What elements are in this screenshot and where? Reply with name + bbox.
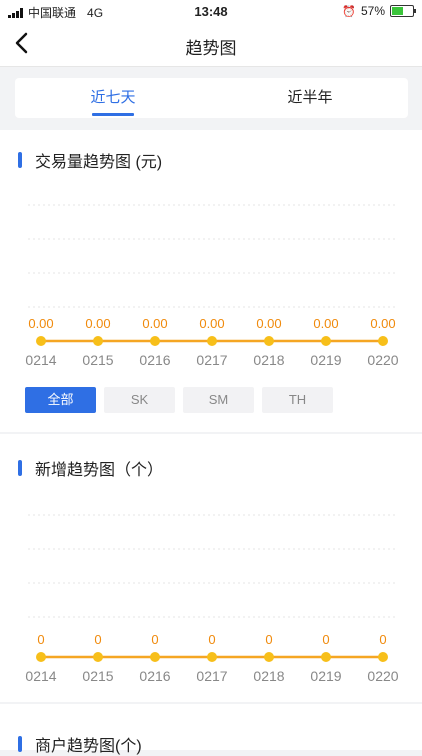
x-tick-label: 0219 <box>310 668 341 684</box>
data-point <box>264 652 274 662</box>
tab-last-seven-days[interactable]: 近七天 <box>15 78 211 118</box>
filter-chips: 全部 SK SM TH <box>25 387 333 413</box>
active-tab-indicator <box>92 113 134 116</box>
section-title: 商户趋势图(个) <box>18 732 142 756</box>
data-point <box>93 652 103 662</box>
data-label: 0 <box>322 632 329 647</box>
data-label: 0.00 <box>199 316 224 331</box>
filter-th[interactable]: TH <box>262 387 333 413</box>
data-point <box>150 652 160 662</box>
x-tick-label: 0215 <box>82 668 113 684</box>
x-tick-label: 0216 <box>139 352 170 368</box>
battery-icon <box>390 5 416 17</box>
x-tick-label: 0217 <box>196 668 227 684</box>
x-tick-label: 0217 <box>196 352 227 368</box>
tab-label: 近七天 <box>90 89 136 106</box>
x-tick-label: 0220 <box>367 668 398 684</box>
data-point <box>207 336 217 346</box>
data-point <box>207 652 217 662</box>
data-point <box>378 336 388 346</box>
data-label: 0 <box>208 632 215 647</box>
transaction-chart-title: 交易量趋势图 (元) <box>35 154 163 171</box>
data-point <box>36 652 46 662</box>
merchant-trend-section: 商户趋势图(个) <box>0 704 422 755</box>
tab-label: 近半年 <box>287 89 333 106</box>
filter-all[interactable]: 全部 <box>25 387 96 413</box>
data-point <box>264 336 274 346</box>
data-label: 0.00 <box>370 316 395 331</box>
data-point <box>36 336 46 346</box>
x-tick-label: 0214 <box>25 352 56 368</box>
battery-percent: 57% <box>360 4 385 18</box>
x-tick-label: 0216 <box>139 668 170 684</box>
transaction-trend-chart: 0.00 0214 0.00 0215 0.00 0216 0.00 0217 0.00 0218… <box>25 204 399 368</box>
data-label: 0 <box>94 632 101 647</box>
nav-bar: 趋势图 <box>0 22 422 67</box>
filter-sk[interactable]: SK <box>104 387 175 413</box>
new-trend-chart: 0 0214 0 0215 0 0216 0 0217 0 0218 0 0219 0 0220 <box>25 514 399 684</box>
status-bar: 中国联通 4G 13:48 ⏰ 57% <box>0 0 422 22</box>
section-title: 交易量趋势图 (元) <box>18 148 162 172</box>
x-tick-label: 0215 <box>82 352 113 368</box>
section-title: 新增趋势图（个） <box>18 456 163 480</box>
data-label: 0.00 <box>313 316 338 331</box>
x-tick-label: 0220 <box>367 352 398 368</box>
data-label: 0.00 <box>142 316 167 331</box>
data-label: 0.00 <box>85 316 110 331</box>
data-point <box>93 336 103 346</box>
new-trend-section: 新增趋势图（个） 0 0214 0 0215 0 0216 0 0217 0 0218 0 0219 0… <box>0 434 422 702</box>
x-tick-label: 0218 <box>253 668 284 684</box>
data-label: 0 <box>37 632 44 647</box>
data-label: 0 <box>379 632 386 647</box>
data-point <box>321 652 331 662</box>
x-tick-label: 0219 <box>310 352 341 368</box>
tab-last-half-year[interactable]: 近半年 <box>212 78 408 118</box>
data-point <box>378 652 388 662</box>
new-chart-title: 新增趋势图（个） <box>35 462 164 479</box>
title-accent-bar <box>18 460 22 476</box>
x-tick-label: 0214 <box>25 668 56 684</box>
title-accent-bar <box>18 152 22 168</box>
data-label: 0.00 <box>28 316 53 331</box>
filter-sm[interactable]: SM <box>183 387 254 413</box>
page-title: 趋势图 <box>185 39 237 58</box>
period-tabs: 近七天 近半年 <box>15 78 408 118</box>
data-label: 0 <box>151 632 158 647</box>
data-label: 0.00 <box>256 316 281 331</box>
x-tick-label: 0218 <box>253 352 284 368</box>
data-label: 0 <box>265 632 272 647</box>
data-point <box>150 336 160 346</box>
merchant-chart-title: 商户趋势图(个) <box>35 738 142 755</box>
data-point <box>321 336 331 346</box>
alarm-icon: ⏰ <box>342 5 356 18</box>
transaction-trend-section: 交易量趋势图 (元) 0.00 0214 0.00 0215 0.00 0216 0.00 0… <box>0 130 422 432</box>
